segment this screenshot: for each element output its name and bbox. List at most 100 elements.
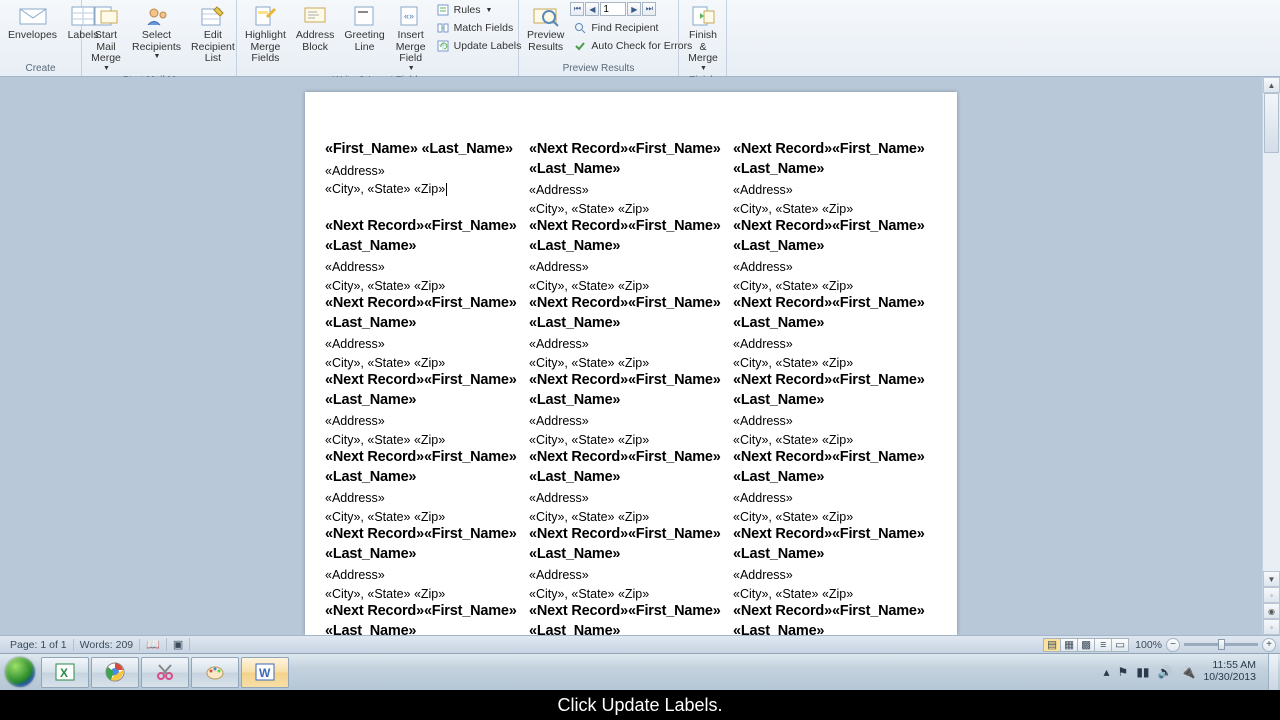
scroll-down-button[interactable]: ▼ [1263, 571, 1280, 587]
prev-record-button[interactable]: ◀ [585, 2, 599, 16]
select-recipients-button[interactable]: Select Recipients▼ [128, 2, 185, 63]
taskbar-chrome-button[interactable] [91, 657, 139, 688]
scroll-track[interactable] [1263, 93, 1280, 571]
merge-name-line: «Next Record»«First_Name» «Last_Name» [529, 371, 727, 410]
label-cell[interactable]: «Next Record»«First_Name» «Last_Name»«Ad… [325, 294, 529, 371]
outline-view-button[interactable]: ≡ [1094, 638, 1112, 652]
envelope-icon [17, 4, 49, 28]
spell-check-icon[interactable]: 📖 [140, 638, 167, 651]
merge-name-line: «Next Record»«First_Name» «Last_Name» [733, 217, 931, 256]
label-cell[interactable]: «Next Record»«First_Name» «Last_Name»«Ad… [529, 602, 733, 635]
rules-button[interactable]: Rules▼ [433, 2, 525, 18]
label-cell[interactable]: «Next Record»«First_Name» «Last_Name»«Ad… [325, 217, 529, 294]
label-cell[interactable]: «Next Record»«First_Name» «Last_Name»«Ad… [733, 371, 937, 448]
merge-address-line: «Address» [733, 567, 931, 584]
word-count[interactable]: Words: 209 [74, 639, 141, 651]
label-cell[interactable]: «Next Record»«First_Name» «Last_Name»«Ad… [733, 140, 937, 217]
label-cell[interactable]: «Next Record»«First_Name» «Last_Name»«Ad… [733, 602, 937, 635]
tray-clock[interactable]: 11:55 AM 10/30/2013 [1203, 660, 1260, 683]
taskbar-paint-button[interactable] [191, 657, 239, 688]
tray-power-icon[interactable]: 🔌 [1180, 665, 1195, 679]
label-cell[interactable]: «Next Record»«First_Name» «Last_Name»«Ad… [325, 371, 529, 448]
merge-name-line: «Next Record»«First_Name» «Last_Name» [325, 217, 523, 256]
zoom-percent[interactable]: 100% [1135, 639, 1162, 651]
print-layout-view-button[interactable]: ▤ [1043, 638, 1061, 652]
tray-network-icon[interactable]: ▮▮ [1136, 665, 1149, 679]
record-number-input[interactable] [600, 2, 626, 16]
first-record-button[interactable]: ⏮ [570, 2, 584, 16]
view-buttons: ▤ ▦ ▩ ≡ ▭ [1044, 638, 1129, 652]
update-labels-label: Update Labels [454, 40, 522, 52]
page-status[interactable]: Page: 1 of 1 [4, 639, 74, 651]
zoom-slider[interactable] [1184, 643, 1258, 646]
start-mail-merge-button[interactable]: Start Mail Merge▼ [86, 2, 126, 74]
macro-record-icon[interactable]: ▣ [167, 638, 190, 651]
auto-check-errors-button[interactable]: Auto Check for Errors [570, 38, 695, 54]
finish-merge-icon [687, 4, 719, 28]
label-cell[interactable]: «Next Record»«First_Name» «Last_Name»«Ad… [733, 294, 937, 371]
web-layout-view-button[interactable]: ▩ [1077, 638, 1095, 652]
group-preview: Preview Results ⏮ ◀ ▶ ⏭ Find Recipient [519, 0, 679, 76]
prev-page-button[interactable]: ◦ [1263, 587, 1280, 603]
update-labels-button[interactable]: Update Labels [433, 38, 525, 54]
merge-city-state-zip-line: «City», «State» «Zip» [733, 432, 931, 448]
label-cell[interactable]: «Next Record»«First_Name» «Last_Name»«Ad… [733, 448, 937, 525]
tray-volume-icon[interactable]: 🔊 [1158, 665, 1173, 679]
last-record-button[interactable]: ⏭ [642, 2, 656, 16]
highlight-icon [249, 4, 281, 28]
envelopes-button[interactable]: Envelopes [4, 2, 61, 44]
address-block-button[interactable]: Address Block [292, 2, 339, 55]
merge-name-line: «Next Record»«First_Name» «Last_Name» [529, 140, 727, 179]
insert-merge-field-button[interactable]: «» Insert Merge Field▼ [391, 2, 431, 74]
finish-merge-button[interactable]: Finish & Merge▼ [683, 2, 723, 74]
auto-check-icon [573, 39, 587, 53]
zoom-in-button[interactable]: + [1262, 638, 1276, 652]
match-fields-button[interactable]: Match Fields [433, 20, 525, 36]
label-cell[interactable]: «First_Name» «Last_Name»«Address»«City»,… [325, 140, 529, 217]
scroll-up-button[interactable]: ▲ [1263, 77, 1280, 93]
merge-name-line: «Next Record»«First_Name» «Last_Name» [529, 602, 727, 635]
taskbar-snipping-button[interactable] [141, 657, 189, 688]
label-cell[interactable]: «Next Record»«First_Name» «Last_Name»«Ad… [325, 448, 529, 525]
start-button[interactable] [0, 654, 40, 691]
label-cell[interactable]: «Next Record»«First_Name» «Last_Name»«Ad… [529, 448, 733, 525]
taskbar-word-button[interactable]: W [241, 657, 289, 688]
next-page-button[interactable]: ◦ [1263, 619, 1280, 635]
label-cell[interactable]: «Next Record»«First_Name» «Last_Name»«Ad… [733, 525, 937, 602]
label-cell[interactable]: «Next Record»«First_Name» «Last_Name»«Ad… [325, 602, 529, 635]
label-cell[interactable]: «Next Record»«First_Name» «Last_Name»«Ad… [529, 525, 733, 602]
show-desktop-button[interactable] [1268, 654, 1278, 691]
full-screen-view-button[interactable]: ▦ [1060, 638, 1078, 652]
tray-action-center-icon[interactable]: ⚑ [1118, 665, 1129, 679]
merge-address-line: «Address» [733, 259, 931, 276]
tray-show-hidden-button[interactable]: ▴ [1104, 665, 1110, 679]
preview-results-button[interactable]: Preview Results [523, 2, 568, 55]
draft-view-button[interactable]: ▭ [1111, 638, 1129, 652]
merge-address-line: «Address» [325, 567, 523, 584]
next-record-button[interactable]: ▶ [627, 2, 641, 16]
browse-object-button[interactable]: ◉ [1263, 603, 1280, 619]
zoom-out-button[interactable]: − [1166, 638, 1180, 652]
taskbar-excel-button[interactable]: X [41, 657, 89, 688]
highlight-merge-fields-button[interactable]: Highlight Merge Fields [241, 2, 290, 67]
label-cell[interactable]: «Next Record»«First_Name» «Last_Name»«Ad… [529, 294, 733, 371]
merge-name-line: «Next Record»«First_Name» «Last_Name» [733, 371, 931, 410]
scroll-thumb[interactable] [1264, 93, 1279, 153]
zoom-thumb[interactable] [1218, 639, 1225, 650]
label-cell[interactable]: «Next Record»«First_Name» «Last_Name»«Ad… [529, 140, 733, 217]
label-cell[interactable]: «Next Record»«First_Name» «Last_Name»«Ad… [529, 371, 733, 448]
taskbar: X W ▴ ⚑ ▮▮ 🔊 🔌 11:55 AM 10/30/2013 [0, 653, 1280, 690]
auto-check-label: Auto Check for Errors [591, 40, 692, 52]
edit-recipient-list-button[interactable]: Edit Recipient List [187, 2, 239, 67]
select-recipients-icon [141, 4, 173, 28]
merge-address-line: «Address» [529, 490, 727, 507]
vertical-scrollbar[interactable]: ▲ ▼ ◦ ◉ ◦ [1262, 77, 1280, 635]
merge-address-line: «Address» [529, 259, 727, 276]
greeting-line-button[interactable]: Greeting Line [340, 2, 388, 55]
merge-city-state-zip-line: «City», «State» «Zip» [529, 355, 727, 371]
find-recipient-button[interactable]: Find Recipient [570, 20, 695, 36]
label-cell[interactable]: «Next Record»«First_Name» «Last_Name»«Ad… [529, 217, 733, 294]
label-cell[interactable]: «Next Record»«First_Name» «Last_Name»«Ad… [325, 525, 529, 602]
label-cell[interactable]: «Next Record»«First_Name» «Last_Name» «Ad… [733, 217, 937, 294]
preview-results-icon [530, 4, 562, 28]
